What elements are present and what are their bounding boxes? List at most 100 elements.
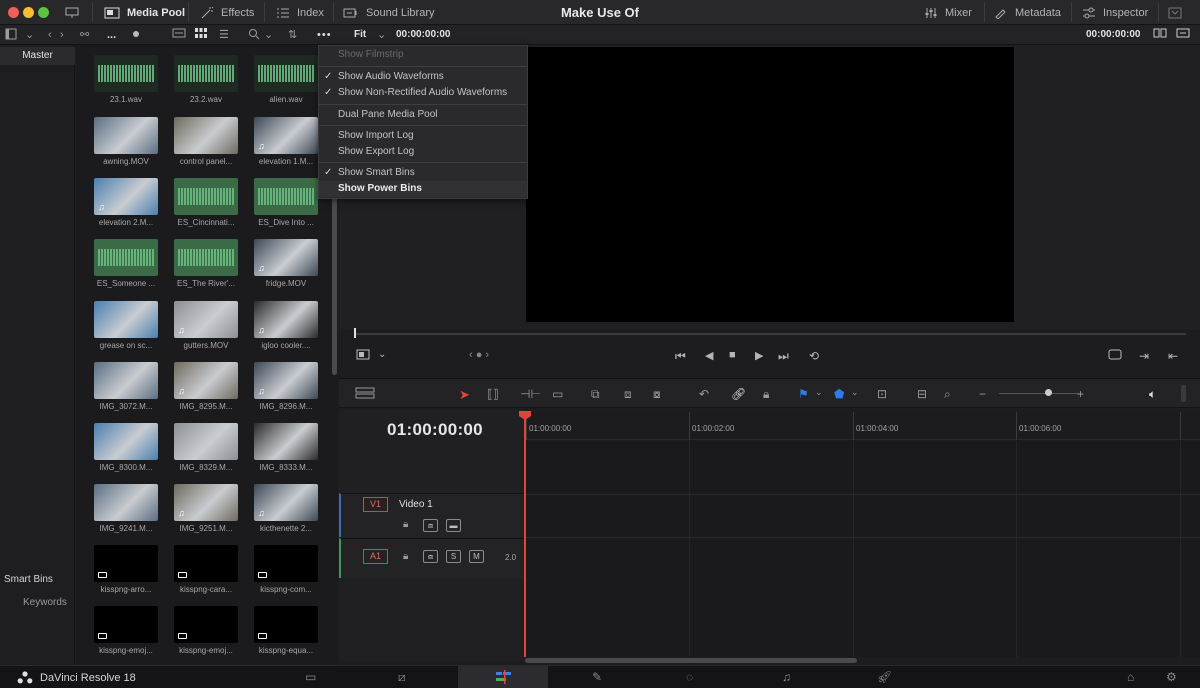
clip-thumbnail[interactable] bbox=[94, 362, 158, 399]
clip-thumbnail[interactable] bbox=[174, 117, 238, 154]
clip-thumbnail[interactable] bbox=[254, 55, 318, 92]
metadata-tab[interactable]: Metadata bbox=[994, 0, 1061, 25]
trim-tool-icon[interactable]: ⟦⟧ bbox=[487, 387, 499, 401]
fairlight-page-icon[interactable]: ♫ bbox=[782, 670, 791, 684]
grid-view-icon[interactable] bbox=[195, 28, 207, 42]
options-icon[interactable] bbox=[1176, 28, 1190, 42]
clip-thumbnail[interactable] bbox=[254, 423, 318, 460]
chevron-down-icon[interactable]: ⌄ bbox=[264, 28, 273, 42]
clip-thumbnail[interactable] bbox=[94, 117, 158, 154]
settings-gear-icon[interactable]: ⚙ bbox=[1166, 670, 1177, 684]
clip-thumbnail[interactable] bbox=[254, 178, 318, 215]
timeline-tracks-area[interactable] bbox=[525, 441, 1200, 657]
media-clip[interactable]: alien.wav bbox=[250, 55, 320, 111]
thumb-size-slider[interactable] bbox=[133, 31, 139, 37]
workspace-icon[interactable] bbox=[65, 0, 79, 25]
chevron-down-icon[interactable]: ⌄ bbox=[377, 28, 386, 42]
menu-item-show-non-rectified-waveforms[interactable]: ✓ Show Non-Rectified Audio Waveforms bbox=[319, 85, 527, 101]
minimize-window-button[interactable] bbox=[23, 7, 34, 18]
forward-arrow-icon[interactable]: › bbox=[60, 28, 64, 42]
lock-icon[interactable]: 🔒︎ bbox=[403, 519, 408, 530]
selection-tool-icon[interactable]: ➤ bbox=[459, 387, 470, 403]
more-options-button[interactable]: ... bbox=[107, 28, 116, 42]
media-clip[interactable]: kisspng-com... bbox=[250, 545, 320, 601]
clip-thumbnail[interactable]: ♫ bbox=[254, 239, 318, 276]
home-icon[interactable]: ⌂ bbox=[1127, 670, 1134, 684]
chevron-down-icon[interactable]: ⌄ bbox=[851, 387, 859, 398]
media-clip[interactable]: ♫ gutters.MOV bbox=[170, 301, 240, 357]
sort-icon[interactable]: ⇅ bbox=[288, 28, 297, 42]
menu-item-show-smart-bins[interactable]: ✓ Show Smart Bins bbox=[319, 165, 527, 181]
media-clip[interactable]: ♫ kicthenette 2... bbox=[250, 484, 320, 540]
media-clip[interactable]: awning.MOV bbox=[90, 117, 160, 173]
track-tag-v1[interactable]: V1 bbox=[363, 497, 388, 512]
mute-button[interactable]: M bbox=[469, 550, 484, 563]
play-reverse-icon[interactable]: ◀ bbox=[705, 349, 713, 362]
dynamic-trim-icon[interactable]: ⊣⊢ bbox=[520, 387, 541, 401]
track-tag-a1[interactable]: A1 bbox=[363, 549, 388, 564]
position-lock-icon[interactable]: 🔒︎ bbox=[763, 387, 769, 402]
media-clip[interactable]: ES_Someone ... bbox=[90, 239, 160, 295]
media-clip[interactable]: kisspng-cara... bbox=[170, 545, 240, 601]
zoom-slider-handle[interactable] bbox=[1045, 389, 1052, 396]
fusion-page-icon[interactable]: ✎ bbox=[592, 670, 602, 684]
media-clip[interactable]: kisspng-emoj... bbox=[170, 606, 240, 662]
video-track-1-header[interactable]: V1 Video 1 🔒︎ ⧈ ▬ bbox=[339, 493, 525, 537]
media-clip[interactable]: 23.2.wav bbox=[170, 55, 240, 111]
auto-select-icon[interactable]: ⧈ bbox=[423, 550, 438, 563]
media-clip[interactable]: kisspng-arro... bbox=[90, 545, 160, 601]
lock-icon[interactable]: 🔒︎ bbox=[403, 551, 408, 562]
clip-thumbnail[interactable] bbox=[94, 484, 158, 521]
chevron-down-icon[interactable]: ⌄ bbox=[815, 387, 823, 398]
linked-selection-icon[interactable]: 🔗︎ bbox=[731, 387, 746, 401]
back-arrow-icon[interactable]: ‹ bbox=[48, 28, 52, 42]
track-name[interactable]: Video 1 bbox=[399, 499, 433, 510]
more-icon[interactable]: ••• bbox=[317, 28, 332, 42]
media-clip[interactable]: ♫ IMG_8296.M... bbox=[250, 362, 320, 418]
chevron-down-icon[interactable]: ⌄ bbox=[25, 28, 34, 42]
timeline-ruler[interactable]: 01:00:00:00 01:00:02:00 01:00:04:00 01:0… bbox=[525, 412, 1200, 440]
zoom-out-icon[interactable]: − bbox=[979, 387, 986, 401]
timeline-view-options-icon[interactable] bbox=[355, 387, 375, 402]
clip-thumbnail[interactable] bbox=[174, 55, 238, 92]
list-view-icon[interactable] bbox=[172, 28, 186, 42]
media-clip[interactable]: control panel... bbox=[170, 117, 240, 173]
clip-thumbnail[interactable]: ♫ bbox=[254, 117, 318, 154]
media-clip[interactable]: grease on sc... bbox=[90, 301, 160, 357]
clip-thumbnail[interactable] bbox=[94, 423, 158, 460]
stop-icon[interactable]: ■ bbox=[729, 349, 736, 361]
timeline-timecode[interactable]: 01:00:00:00 bbox=[387, 420, 483, 440]
marker-icon[interactable]: ⬟ bbox=[834, 387, 844, 401]
menu-item-show-power-bins[interactable]: Show Power Bins bbox=[319, 181, 527, 197]
media-page-icon[interactable]: ▭ bbox=[305, 670, 316, 684]
loop-icon[interactable]: ⟲ bbox=[809, 349, 819, 363]
menu-item-show-audio-waveforms[interactable]: ✓ Show Audio Waveforms bbox=[319, 69, 527, 85]
timeline-playhead[interactable] bbox=[524, 412, 526, 657]
clip-thumbnail[interactable]: ♫ bbox=[174, 484, 238, 521]
viewer-mode-icon[interactable] bbox=[356, 349, 370, 363]
search-icon[interactable] bbox=[248, 28, 260, 42]
inspector-tab[interactable]: Inspector bbox=[1082, 0, 1148, 25]
zoom-select[interactable]: Fit bbox=[354, 28, 366, 42]
blade-tool-icon[interactable]: ▭ bbox=[552, 387, 563, 401]
media-clip[interactable]: kisspng-emoj... bbox=[90, 606, 160, 662]
effects-tab[interactable]: Effects bbox=[200, 0, 254, 25]
clip-thumbnail[interactable]: ♫ bbox=[94, 178, 158, 215]
close-window-button[interactable] bbox=[8, 7, 19, 18]
clip-nav-icon[interactable]: ‹ ● › bbox=[469, 349, 489, 361]
clip-thumbnail[interactable]: ♫ bbox=[254, 484, 318, 521]
clip-thumbnail[interactable] bbox=[174, 545, 238, 582]
media-clip[interactable]: IMG_8333.M... bbox=[250, 423, 320, 479]
zoom-custom-icon[interactable]: ⌕ bbox=[944, 387, 951, 402]
clip-thumbnail[interactable] bbox=[174, 178, 238, 215]
clip-thumbnail[interactable] bbox=[174, 239, 238, 276]
clip-thumbnail[interactable] bbox=[94, 301, 158, 338]
scrubber-playhead[interactable] bbox=[354, 328, 356, 338]
media-clip[interactable]: IMG_9241.M... bbox=[90, 484, 160, 540]
index-tab[interactable]: Index bbox=[276, 0, 324, 25]
expand-panel-icon[interactable] bbox=[1168, 0, 1182, 25]
zoom-slider[interactable] bbox=[999, 393, 1079, 394]
edit-page-icon[interactable] bbox=[494, 670, 514, 687]
menu-item-dual-pane-media-pool[interactable]: Dual Pane Media Pool bbox=[319, 107, 527, 123]
chevron-down-icon[interactable]: ⌄ bbox=[378, 349, 386, 360]
